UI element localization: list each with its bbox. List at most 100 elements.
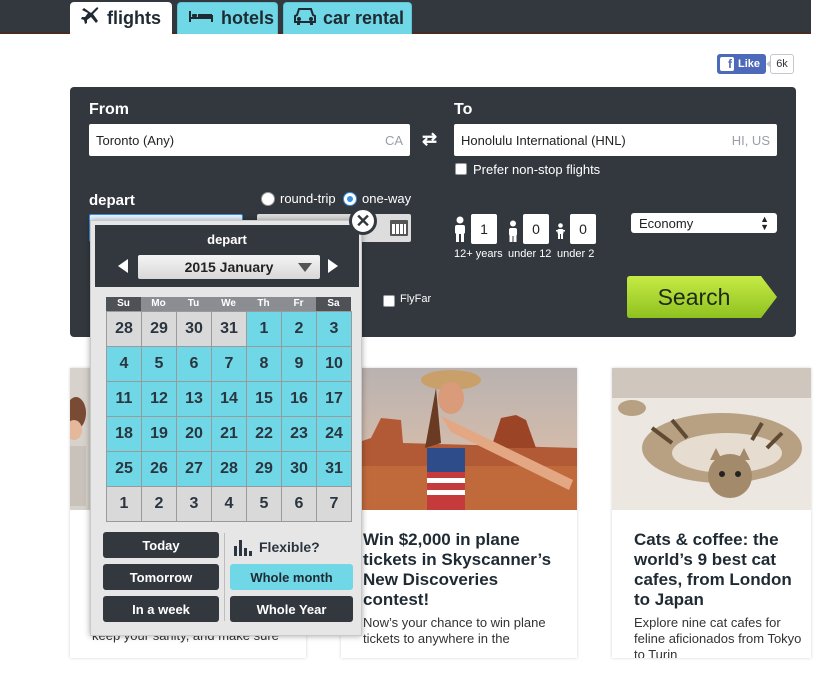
calendar-day-cell[interactable]: 7	[317, 487, 352, 522]
calendar-grid: Su Mo Tu We Th Fr Sa 28 29 30 31 1 2 3 4 5 6 7 8 9 10 11 12 13…	[106, 297, 352, 522]
calendar-day-cell[interactable]: 21	[212, 417, 247, 452]
search-button[interactable]: Search	[627, 276, 777, 318]
flexible-label: Flexible?	[234, 538, 320, 556]
weekday-label: Fr	[281, 297, 316, 311]
calendar-day-cell[interactable]: 5	[142, 347, 177, 382]
calendar-day-cell[interactable]: 31	[317, 452, 352, 487]
date-picker-title: depart	[207, 232, 247, 247]
calendar-day-cell[interactable]: 30	[282, 452, 317, 487]
today-button[interactable]: Today	[103, 532, 219, 558]
next-month-arrow-icon[interactable]	[328, 259, 338, 273]
weekday-label: Tu	[176, 297, 211, 311]
article-card-3[interactable]: Cats & coffee: the world’s 9 best cat ca…	[612, 368, 811, 658]
calendar-day-cell[interactable]: 29	[247, 452, 282, 487]
swap-icon[interactable]: ⇄	[422, 129, 437, 150]
cabin-class-select[interactable]: Economy ▲ ▼	[631, 213, 777, 233]
calendar-day-cell[interactable]: 28	[212, 452, 247, 487]
facebook-like-button[interactable]: f Like	[717, 54, 767, 74]
calendar-day-cell[interactable]: 2	[282, 312, 317, 347]
calendar-day-cell[interactable]: 24	[317, 417, 352, 452]
calendar-day-cell[interactable]: 2	[142, 487, 177, 522]
round-trip-label: round-trip	[280, 191, 336, 206]
weekday-header: Su Mo Tu We Th Fr Sa	[106, 297, 352, 311]
calendar-icon[interactable]	[390, 220, 408, 236]
car-icon	[294, 7, 323, 30]
page: flights hotels car rental f Like 6k From…	[0, 0, 816, 682]
select-arrows-icon: ▲ ▼	[760, 214, 769, 232]
to-field[interactable]: Honolulu International (HNL) HI, US	[454, 124, 777, 156]
from-field[interactable]: Toronto (Any) CA	[89, 124, 410, 156]
adults-label: 12+ years	[454, 248, 503, 260]
calendar-day-cell[interactable]: 17	[317, 382, 352, 417]
month-select[interactable]: 2015 January	[138, 255, 320, 279]
article-2-text: Now’s your chance to win plane tickets t…	[363, 615, 546, 646]
close-icon[interactable]: ✕	[349, 207, 377, 235]
whole-year-button[interactable]: Whole Year	[230, 596, 353, 622]
tab-label: car rental	[323, 8, 405, 28]
calendar-day-cell[interactable]: 16	[282, 382, 317, 417]
flyfar-checkbox[interactable]	[383, 295, 395, 307]
round-trip-radio[interactable]	[261, 192, 275, 206]
calendar-day-cell[interactable]: 25	[107, 452, 142, 487]
article-card-2[interactable]: Win $2,000 in plane tickets in Skyscanne…	[341, 368, 577, 658]
calendar-day-cell[interactable]: 10	[317, 347, 352, 382]
bed-icon	[188, 8, 221, 29]
calendar-day-cell[interactable]: 13	[177, 382, 212, 417]
calendar-day-cell[interactable]: 12	[142, 382, 177, 417]
calendar-day-cell[interactable]: 8	[247, 347, 282, 382]
calendar-day-cell[interactable]: 7	[212, 347, 247, 382]
article-2-title[interactable]: Win $2,000 in plane tickets in Skyscanne…	[363, 530, 563, 610]
calendar-day-cell[interactable]: 6	[177, 347, 212, 382]
article-image-3	[612, 368, 811, 510]
calendar-day-cell[interactable]: 22	[247, 417, 282, 452]
like-label: Like	[738, 58, 761, 70]
calendar-days: 28 29 30 31 1 2 3 4 5 6 7 8 9 10 11 12 13 14 15 16 17 18 19 20 2…	[106, 311, 352, 522]
from-value: Toronto (Any)	[96, 132, 175, 148]
calendar-day-cell[interactable]: 1	[247, 312, 282, 347]
tab-car-rental[interactable]: car rental	[283, 2, 412, 34]
tomorrow-button[interactable]: Tomorrow	[103, 564, 219, 590]
quick-select-divider	[224, 533, 225, 621]
calendar-day-cell[interactable]: 20	[177, 417, 212, 452]
calendar-day-cell[interactable]: 26	[142, 452, 177, 487]
calendar-day-cell[interactable]: 5	[247, 487, 282, 522]
tab-hotels[interactable]: hotels	[177, 2, 278, 34]
article-3-title[interactable]: Cats & coffee: the world’s 9 best cat ca…	[634, 530, 811, 610]
calendar-day-cell[interactable]: 4	[212, 487, 247, 522]
infants-label: under 2	[557, 248, 595, 260]
chevron-down-icon	[298, 263, 312, 272]
calendar-day-cell[interactable]: 3	[177, 487, 212, 522]
infants-count[interactable]: 0	[570, 214, 596, 244]
whole-month-button[interactable]: Whole month	[230, 564, 353, 590]
calendar-day-cell[interactable]: 23	[282, 417, 317, 452]
calendar-day-cell[interactable]: 27	[177, 452, 212, 487]
one-way-radio[interactable]	[343, 192, 357, 206]
flyfar-label: FlyFar	[400, 293, 432, 305]
calendar-day-cell[interactable]: 14	[212, 382, 247, 417]
facebook-icon: f	[720, 57, 734, 71]
calendar-day-cell[interactable]: 15	[247, 382, 282, 417]
calendar-day-cell[interactable]: 4	[107, 347, 142, 382]
cabin-class-value: Economy	[639, 215, 694, 231]
one-way-label: one-way	[362, 191, 412, 206]
calendar-day-cell[interactable]: 19	[142, 417, 177, 452]
calendar-day-cell[interactable]: 29	[142, 312, 177, 347]
children-count[interactable]: 0	[523, 214, 549, 244]
prefer-nonstop-checkbox[interactable]	[455, 163, 467, 175]
calendar-day-cell[interactable]: 18	[107, 417, 142, 452]
weekday-label: Th	[246, 297, 281, 311]
tab-label: flights	[107, 7, 161, 28]
calendar-day-cell[interactable]: 30	[177, 312, 212, 347]
calendar-day-cell[interactable]: 28	[107, 312, 142, 347]
calendar-day-cell[interactable]: 9	[282, 347, 317, 382]
calendar-day-cell[interactable]: 3	[317, 312, 352, 347]
tab-flights[interactable]: flights	[70, 2, 172, 34]
in-a-week-button[interactable]: In a week	[103, 596, 219, 622]
prev-month-arrow-icon[interactable]	[118, 259, 128, 273]
calendar-day-cell[interactable]: 1	[107, 487, 142, 522]
search-button-label: Search	[657, 283, 731, 310]
calendar-day-cell[interactable]: 11	[107, 382, 142, 417]
calendar-day-cell[interactable]: 31	[212, 312, 247, 347]
adults-count[interactable]: 1	[471, 214, 497, 244]
calendar-day-cell[interactable]: 6	[282, 487, 317, 522]
